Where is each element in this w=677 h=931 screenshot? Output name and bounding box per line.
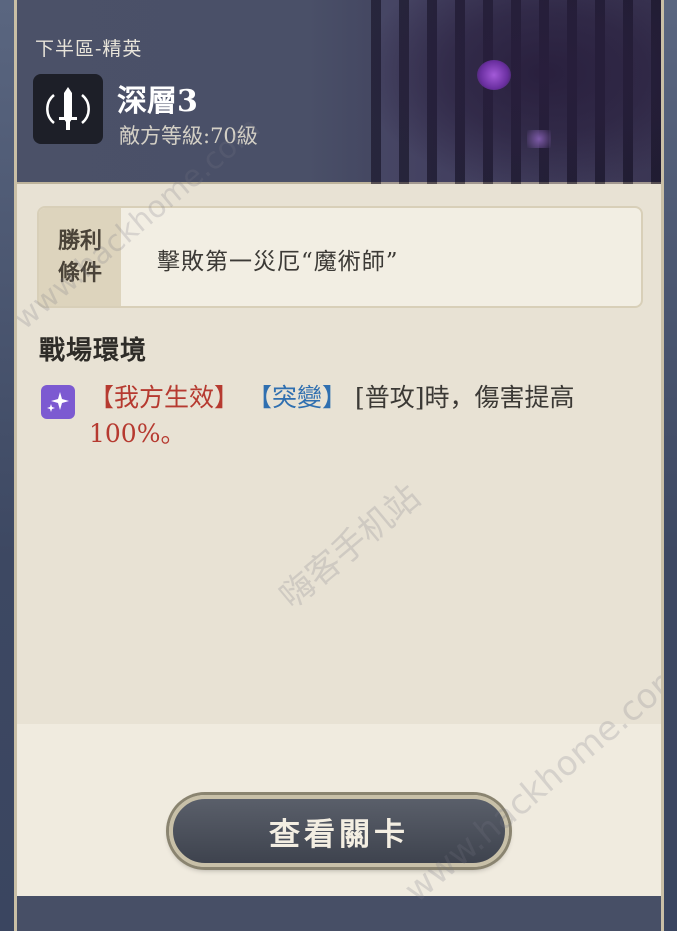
sword-shield-icon bbox=[33, 74, 103, 144]
environment-title: 戰場環境 bbox=[39, 336, 148, 366]
victory-tag-line2: 條件 bbox=[57, 260, 102, 286]
enemy-level: 敵方等級:70級 bbox=[119, 124, 258, 148]
environment-body: [普攻]時，傷害提高 bbox=[354, 383, 575, 412]
bottom-strip bbox=[17, 896, 661, 931]
watermark-cn: 嗨客手机站 bbox=[272, 476, 429, 617]
environment-description: 【我方生效】 【突變】 [普攻]時，傷害提高 100%。 bbox=[89, 380, 644, 452]
victory-condition-tag: 勝利 條件 bbox=[39, 208, 121, 306]
sparkle-icon bbox=[41, 385, 75, 419]
stage-title: 深層3 bbox=[117, 84, 198, 119]
panel-header: 下半區-精英 深層3 敵方等級:70級 bbox=[17, 0, 661, 184]
header-artwork bbox=[371, 0, 661, 184]
mutation-tag: 【突變】 bbox=[246, 383, 347, 412]
crystal-glow bbox=[477, 60, 511, 90]
crystal-glow-small bbox=[527, 130, 551, 148]
section-label: 下半區-精英 bbox=[35, 38, 143, 60]
own-effect-tag: 【我方生效】 bbox=[89, 383, 240, 412]
victory-condition-box: 勝利 條件 擊敗第一災厄“魔術師” bbox=[37, 206, 643, 308]
victory-condition-text: 擊敗第一災厄“魔術師” bbox=[157, 249, 399, 275]
view-stage-button[interactable]: 查看關卡 bbox=[169, 795, 509, 867]
stage-info-panel: 下半區-精英 深層3 敵方等級:70級 勝利 條件 擊敗第一災厄“魔術師” 戰場… bbox=[14, 0, 664, 931]
damage-value: 100%。 bbox=[89, 419, 186, 448]
victory-tag-line1: 勝利 bbox=[57, 228, 102, 254]
